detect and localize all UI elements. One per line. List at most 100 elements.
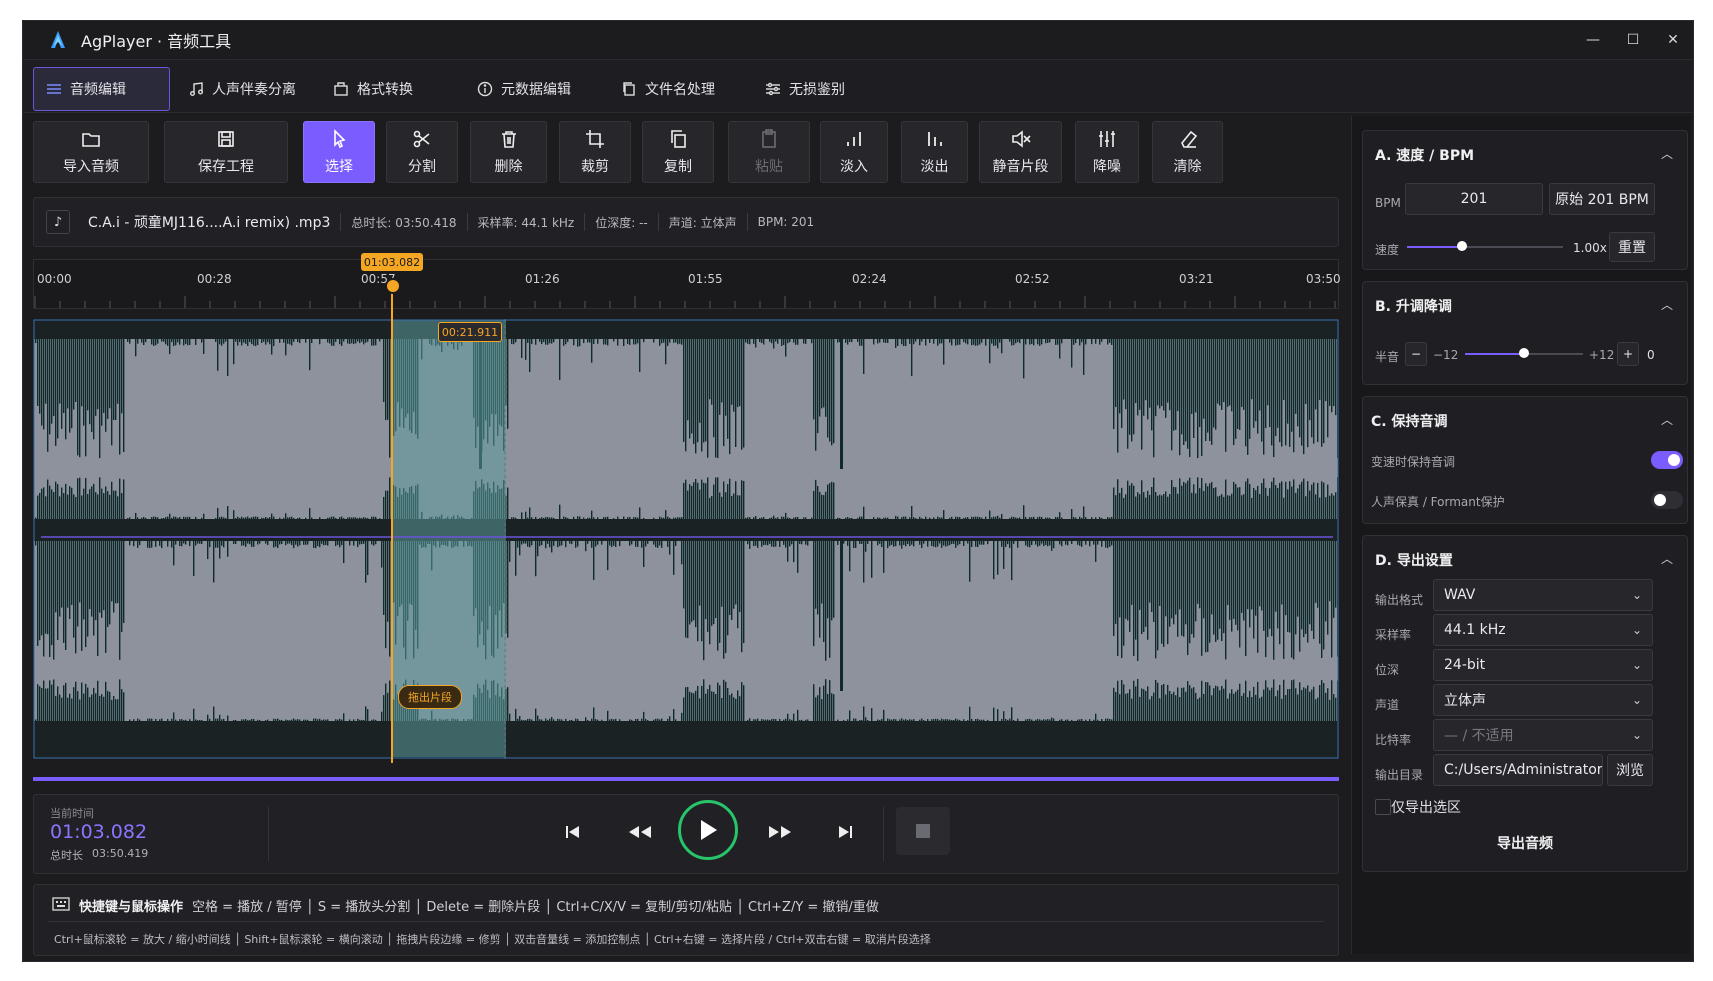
channel-select[interactable]: 立体声 ⌄ [1433, 684, 1653, 716]
playhead-handle[interactable] [385, 278, 401, 294]
skip-start-icon[interactable] [564, 823, 582, 841]
tab-lossless-check[interactable]: 无损鉴别 [765, 67, 845, 111]
pitch-plus-button[interactable]: + [1617, 342, 1639, 366]
sample-rate-select[interactable]: 44.1 kHz ⌄ [1433, 614, 1653, 646]
tab-label: 无损鉴别 [789, 82, 845, 98]
format-select[interactable]: WAV ⌄ [1433, 579, 1653, 611]
tab-format-convert[interactable]: 格式转换 [333, 67, 413, 111]
bitrate-value: — / 不适用 [1444, 728, 1514, 744]
tick-label: 02:24 [852, 272, 887, 286]
tab-audio-edit[interactable]: 音频编辑 [33, 67, 170, 111]
tick-label: 03:21 [1179, 272, 1214, 286]
bit-depth-label: 位深 [1375, 663, 1400, 677]
export-audio-button[interactable]: 导出音频 [1375, 826, 1675, 860]
total-time: 03:50.419 [92, 847, 149, 860]
tick-label: 00:00 [37, 272, 72, 286]
convert-icon [334, 82, 348, 96]
bit-depth-value: 24-bit [1444, 657, 1486, 673]
save-project-button[interactable]: 保存工程 [164, 121, 288, 183]
tab-bar: 音频编辑 人声伴奏分离 格式转换 元数据编辑 文件名处理 无损鉴别 [23, 59, 1693, 113]
tool-label: 导入音频 [63, 159, 119, 175]
paste-button[interactable]: 粘贴 [728, 121, 810, 183]
keep-pitch-toggle[interactable] [1651, 451, 1683, 469]
sliders-icon [47, 84, 61, 94]
tab-label: 元数据编辑 [501, 82, 571, 98]
pitch-slider[interactable] [1465, 348, 1583, 358]
tick-label: 01:26 [525, 272, 560, 286]
shortcuts-panel: 快捷键与鼠标操作 空格 = 播放 / 暂停 │ S = 播放头分割 │ Dele… [33, 884, 1339, 956]
crop-button[interactable]: 裁剪 [559, 121, 631, 183]
pitch-minus-button[interactable]: − [1405, 342, 1427, 366]
playhead-line[interactable] [391, 283, 393, 763]
clear-button[interactable]: 清除 [1152, 121, 1223, 183]
denoise-button[interactable]: 降噪 [1075, 121, 1139, 183]
eraser-icon [1180, 130, 1197, 148]
bit-depth-select[interactable]: 24-bit ⌄ [1433, 649, 1653, 681]
playback-progress-bar[interactable] [33, 777, 1339, 781]
speed-label: 速度 [1375, 243, 1400, 257]
mute-icon [1011, 130, 1031, 148]
chevron-up-icon[interactable]: ︿ [1661, 550, 1673, 567]
chevron-up-icon[interactable]: ︿ [1661, 296, 1673, 313]
app-window: AgPlayer · 音频工具 — ☐ ✕ 音频编辑 人声伴奏分离 格式转换 元… [23, 21, 1693, 961]
bitrate-select[interactable]: — / 不适用 ⌄ [1433, 719, 1653, 751]
play-button[interactable] [678, 800, 738, 860]
fade-out-icon [927, 132, 942, 146]
tab-label: 人声伴奏分离 [212, 82, 296, 98]
split-button[interactable]: 分割 [386, 121, 458, 183]
chevron-up-icon[interactable]: ︿ [1661, 145, 1673, 162]
stop-button[interactable] [896, 807, 950, 855]
drag-out-segment-label[interactable]: 拖出片段 [398, 685, 462, 709]
mute-segment-button[interactable]: 静音片段 [979, 121, 1062, 183]
fast-forward-icon[interactable] [767, 823, 793, 841]
tool-label: 降噪 [1093, 159, 1121, 175]
waveform-view[interactable] [33, 319, 1339, 759]
export-selection-checkbox[interactable] [1375, 799, 1391, 815]
original-bpm-button[interactable]: 原始 201 BPM [1549, 183, 1655, 215]
copy-button[interactable]: 复制 [642, 121, 714, 183]
channel-value: 立体声 [1444, 693, 1486, 709]
bpm-value: 201 [1460, 191, 1488, 207]
channel-label: 声道 [1375, 698, 1400, 712]
fade-out-button[interactable]: 淡出 [901, 121, 968, 183]
file-sample-rate: 采样率: 44.1 kHz [477, 215, 575, 230]
shortcuts-title: 快捷键与鼠标操作 [79, 900, 184, 915]
bpm-input[interactable]: 201 [1405, 183, 1543, 215]
chevron-up-icon[interactable]: ︿ [1661, 411, 1673, 428]
minimize-button[interactable]: — [1573, 21, 1613, 59]
delete-button[interactable]: 删除 [470, 121, 547, 183]
app-title: AgPlayer · 音频工具 [81, 32, 232, 51]
maximize-button[interactable]: ☐ [1613, 21, 1653, 59]
formant-option-label: 人声保真 / Formant保护 [1371, 495, 1505, 509]
close-button[interactable]: ✕ [1653, 21, 1693, 59]
tab-metadata[interactable]: 元数据编辑 [477, 67, 571, 111]
chevron-down-icon: ⌄ [1631, 658, 1642, 672]
export-card-title: D. 导出设置 [1375, 553, 1453, 569]
select-tool-button[interactable]: 选择 [303, 121, 375, 183]
rewind-icon[interactable] [627, 823, 653, 841]
output-dir-input[interactable]: C:/Users/Administrator/ [1433, 754, 1603, 786]
speed-slider[interactable] [1407, 241, 1563, 251]
tab-vocal-separation[interactable]: 人声伴奏分离 [188, 67, 296, 111]
shortcuts-line-1: 空格 = 播放 / 暂停 │ S = 播放头分割 │ Delete = 删除片段… [192, 900, 879, 915]
reset-speed-button[interactable]: 重置 [1609, 232, 1655, 262]
cursor-icon [334, 129, 346, 149]
speed-slider-handle[interactable] [1456, 241, 1467, 251]
folder-open-icon [82, 133, 100, 147]
copy-file-icon [623, 82, 635, 96]
speed-value: 1.00x [1573, 241, 1607, 255]
ruler-ticks [34, 296, 1336, 308]
pitch-slider-handle[interactable] [1519, 348, 1529, 358]
total-time-label: 总时长 [50, 849, 83, 862]
crop-icon [586, 130, 604, 148]
import-audio-button[interactable]: 导入音频 [33, 121, 149, 183]
skip-end-icon[interactable] [836, 823, 854, 841]
browse-button[interactable]: 浏览 [1607, 754, 1653, 786]
selection-length-label: 00:21.911 [438, 322, 502, 342]
fade-in-button[interactable]: 淡入 [820, 121, 888, 183]
formant-toggle[interactable] [1651, 491, 1683, 509]
minus-icon: − [1410, 347, 1422, 361]
tool-label: 复制 [664, 159, 692, 175]
timeline-ruler[interactable]: 00:00 00:28 00:57 01:26 01:55 02:24 02:5… [33, 259, 1341, 309]
tab-filename[interactable]: 文件名处理 [621, 67, 715, 111]
